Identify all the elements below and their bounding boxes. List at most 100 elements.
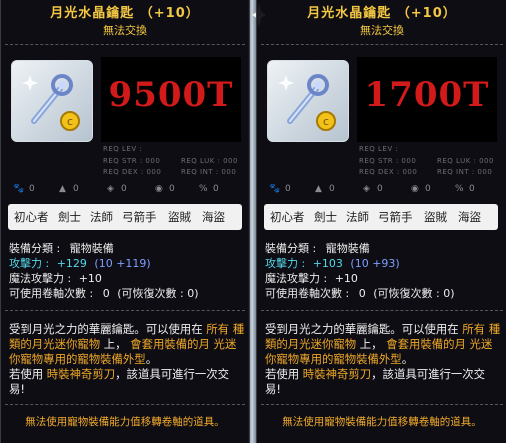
item-tooltip-right: 月光水晶鑰匙 （+10） 無法交換 c 1700T REQ LEV : REQ … <box>256 0 506 443</box>
attack-row: 攻擊力 : +129 (10 +119) <box>9 255 151 271</box>
desc-text: 上， <box>359 337 387 351</box>
item-title: 月光水晶鑰匙 （+10） <box>307 6 457 21</box>
desc-highlight: 會套用裝備的月 <box>386 337 466 351</box>
trade-status: 無法交換 <box>360 24 404 37</box>
req-lev: REQ LEV : <box>103 145 143 153</box>
item-tooltip-left: 月光水晶鑰匙 （+10） 無法交換 c 9500T REQ LEV : REQ … <box>0 0 250 443</box>
scroll-label: 可使用卷軸次數 : <box>265 287 350 300</box>
divider <box>261 404 503 405</box>
req-dex: REQ DEX : 000 <box>359 168 418 176</box>
job-thief: 盜賊 <box>168 210 191 224</box>
glyph-value: 0 <box>377 184 383 194</box>
glyph-value: 0 <box>29 184 35 194</box>
job-pirate: 海盜 <box>202 210 225 224</box>
job-bowman: 弓箭手 <box>122 210 157 224</box>
svg-text:c: c <box>323 115 329 128</box>
shield-icon: ◈ <box>107 184 114 194</box>
job-list: 初心者 劍士 法師 弓箭手 盜賊 海盜 <box>264 204 498 230</box>
glyph-value: 0 <box>285 184 291 194</box>
svg-text:c: c <box>67 115 73 128</box>
job-beginner: 初心者 <box>14 210 49 224</box>
job-magician: 法師 <box>90 210 113 224</box>
divider <box>5 310 245 311</box>
desc-highlight: 時裝神奇剪刀 <box>302 367 372 381</box>
desc-highlight: 時裝神奇剪刀 <box>46 367 116 381</box>
req-luk: REQ LUK : 000 <box>181 157 238 165</box>
upload-icon: ▲ <box>59 184 66 194</box>
pet-icon: 🐾 <box>13 184 25 194</box>
attack-bonus: (10 +119) <box>94 257 151 270</box>
desc-highlight: 所有 <box>462 322 486 336</box>
category-label: 裝備分類 : <box>265 242 317 255</box>
divider <box>5 44 245 45</box>
price-text: 1700T <box>364 75 490 115</box>
job-bowman: 弓箭手 <box>378 210 413 224</box>
potion-icon: ◉ <box>155 184 163 194</box>
attack-row: 攻擊力 : +103 (10 +93) <box>265 255 400 271</box>
glyph-value: 0 <box>329 184 335 194</box>
category-value: 寵物裝備 <box>325 242 370 255</box>
category-row: 裝備分類 : 寵物裝備 <box>9 240 114 256</box>
scroll-value: 0 <box>102 287 110 300</box>
potion-icon: ◉ <box>411 184 419 194</box>
moon-crystal-key-icon: c <box>12 61 92 141</box>
glyph-value: 0 <box>73 184 79 194</box>
desc-text: 。 <box>401 352 414 366</box>
job-magician: 法師 <box>346 210 369 224</box>
item-description: 受到月光之力的華麗鑰匙。可以使用在 所有 種類的月光迷你寵物 上， 會套用裝備的… <box>9 322 245 397</box>
attack-value: +103 <box>312 257 343 270</box>
upload-icon: ▲ <box>315 184 322 194</box>
glyph-value: 0 <box>213 184 219 194</box>
item-title: 月光水晶鑰匙 （+10） <box>50 6 200 21</box>
glyph-value: 0 <box>121 184 127 194</box>
price-overlay: 9500T <box>101 57 241 142</box>
scroll-restore: (可恢復次數 : 0) <box>373 287 455 300</box>
item-description: 受到月光之力的華麗鑰匙。可以使用在 所有 種類的月光迷你寵物 上， 會套用裝備的… <box>265 322 501 397</box>
req-luk: REQ LUK : 000 <box>437 157 494 165</box>
magic-attack-label: 魔法攻擊力 : <box>265 272 328 285</box>
scroll-row: 可使用卷軸次數 : 0 (可恢復次數 : 0) <box>9 285 198 301</box>
job-warrior: 劍士 <box>58 210 81 224</box>
req-lev: REQ LEV : <box>359 145 399 153</box>
footer-note: 無法使用寵物裝備能力值移轉卷軸的道具。 <box>282 416 482 428</box>
price-overlay: 1700T <box>357 57 497 142</box>
scroll-restore: (可恢復次數 : 0) <box>117 287 199 300</box>
percent-icon: % <box>455 184 464 194</box>
glyph-value: 0 <box>425 184 431 194</box>
divider <box>261 44 503 45</box>
scroll-row: 可使用卷軸次數 : 0 (可恢復次數 : 0) <box>265 285 454 301</box>
magic-attack-label: 魔法攻擊力 : <box>9 272 72 285</box>
scroll-value: 0 <box>358 287 366 300</box>
stat-glyph-row: 🐾 0 ▲ 0 ◈ 0 ◉ 0 % 0 <box>265 184 497 198</box>
attack-label: 攻擊力 : <box>265 257 306 270</box>
footer-note: 無法使用寵物裝備能力值移轉卷軸的道具。 <box>25 416 225 428</box>
percent-icon: % <box>199 184 208 194</box>
desc-text: 若使用 <box>9 367 47 381</box>
magic-attack-value: +10 <box>78 272 102 285</box>
divider <box>261 310 503 311</box>
attack-label: 攻擊力 : <box>9 257 50 270</box>
magic-attack-value: +10 <box>334 272 358 285</box>
item-icon-frame: c <box>267 60 349 142</box>
req-str: REQ STR : 000 <box>103 157 161 165</box>
magic-attack-row: 魔法攻擊力 : +10 <box>9 270 102 286</box>
item-icon-frame: c <box>11 60 93 142</box>
attack-value: +129 <box>56 257 87 270</box>
req-int: REQ INT : 000 <box>437 168 493 176</box>
req-dex: REQ DEX : 000 <box>103 168 162 176</box>
desc-text: 受到月光之力的華麗鑰匙。可以使用在 <box>9 322 203 336</box>
req-int: REQ INT : 000 <box>181 168 237 176</box>
divider <box>5 404 245 405</box>
job-pirate: 海盜 <box>458 210 481 224</box>
desc-text: 。 <box>145 352 158 366</box>
category-value: 寵物裝備 <box>69 242 114 255</box>
moon-crystal-key-icon: c <box>268 61 348 141</box>
shield-icon: ◈ <box>363 184 370 194</box>
category-label: 裝備分類 : <box>9 242 61 255</box>
desc-text: 上， <box>103 337 131 351</box>
stat-glyph-row: 🐾 0 ▲ 0 ◈ 0 ◉ 0 % 0 <box>9 184 241 198</box>
desc-highlight: 會套用裝備的月 <box>130 337 210 351</box>
desc-text: 受到月光之力的華麗鑰匙。可以使用在 <box>265 322 459 336</box>
desc-highlight: 所有 <box>206 322 230 336</box>
pet-icon: 🐾 <box>269 184 281 194</box>
